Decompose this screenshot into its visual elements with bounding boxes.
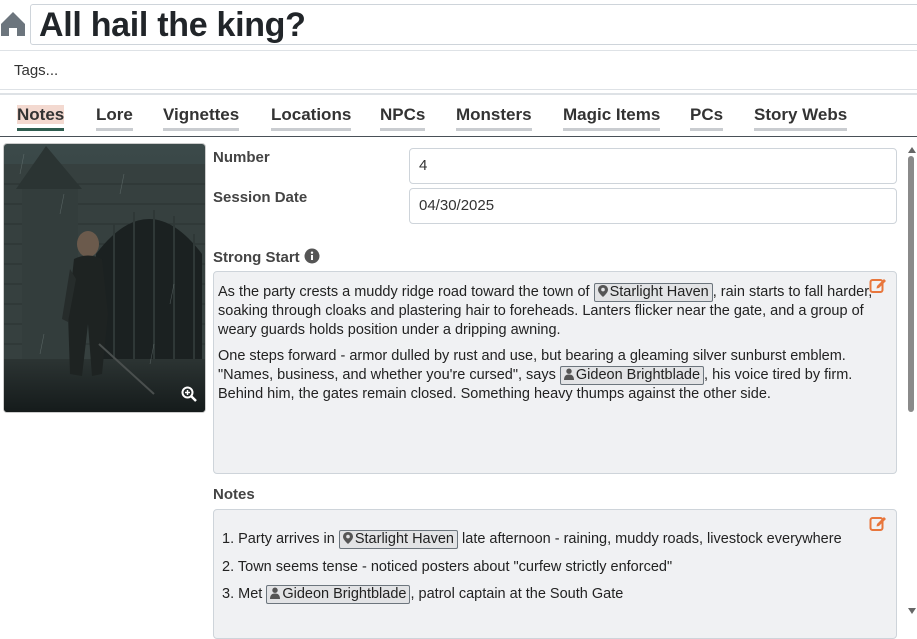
npc-chip-label: Gideon Brightblade (282, 586, 407, 602)
scroll-thumb[interactable] (908, 156, 914, 412)
tab-magic-items[interactable]: Magic Items (563, 105, 661, 131)
notes-editor[interactable]: 1. Party arrives in Starlight Haven late… (213, 509, 897, 639)
number-label: Number (213, 149, 270, 166)
info-icon[interactable] (304, 248, 320, 264)
number-input[interactable]: 4 (409, 148, 897, 184)
strong-start-paragraph-1: As the party crests a muddy ridge road t… (214, 283, 896, 339)
list-item: 3. Met Gideon Brightblade, patrol captai… (222, 581, 888, 609)
map-pin-icon (342, 532, 353, 544)
tab-monsters[interactable]: Monsters (456, 105, 532, 131)
location-chip-label: Starlight Haven (609, 284, 709, 300)
tab-bar: Notes Lore Vignettes Locations NPCs Mons… (0, 93, 917, 137)
tab-lore[interactable]: Lore (96, 105, 133, 131)
list-item: 2. Town seems tense - noticed posters ab… (222, 554, 888, 582)
npc-chip-label: Gideon Brightblade (575, 366, 701, 383)
npc-chip[interactable]: Gideon Brightblade (559, 365, 705, 385)
list-text: Town seems tense - noticed posters about… (237, 558, 673, 575)
strong-start-editor[interactable]: As the party crests a muddy ridge road t… (213, 271, 897, 474)
notes-label: Notes (213, 486, 255, 503)
paragraph-text: As the party crests a muddy ridge road t… (218, 284, 594, 300)
tab-notes[interactable]: Notes (17, 105, 65, 131)
tab-vignettes[interactable]: Vignettes (163, 105, 240, 131)
scroll-up-arrow[interactable] (908, 147, 916, 153)
session-date-input[interactable]: 04/30/2025 (409, 188, 897, 224)
scrollbar[interactable] (905, 143, 917, 618)
zoom-icon[interactable] (181, 386, 197, 402)
strong-start-paragraph-2: One steps forward - armor dulled by rust… (214, 347, 896, 403)
knight-illustration (4, 144, 205, 412)
list-text: late afternoon - raining, muddy roads, l… (458, 531, 842, 547)
tab-story-webs[interactable]: Story Webs (754, 105, 848, 131)
list-number: 1. (222, 531, 235, 547)
title-bar: All hail the king? (0, 0, 917, 48)
edit-icon[interactable] (869, 276, 887, 294)
list-text: , patrol captain at the South Gate (410, 586, 624, 602)
location-chip[interactable]: Starlight Haven (593, 283, 713, 302)
home-icon[interactable] (0, 10, 26, 36)
strong-start-label-text: Strong Start (213, 249, 300, 266)
page-title: All hail the king? (39, 6, 306, 44)
tags-input[interactable]: Tags... (0, 50, 917, 90)
tags-placeholder: Tags... (14, 62, 59, 79)
list-item: 1. Party arrives in Starlight Haven late… (222, 526, 888, 554)
list-text: Met (238, 586, 267, 602)
scroll-down-arrow[interactable] (908, 608, 916, 614)
map-pin-icon (597, 285, 608, 297)
list-text: Party arrives in (238, 531, 339, 547)
tab-pcs[interactable]: PCs (690, 105, 724, 131)
notes-list: 1. Party arrives in Starlight Haven late… (214, 526, 896, 609)
edit-icon[interactable] (869, 514, 887, 532)
person-icon (563, 368, 574, 380)
location-chip[interactable]: Starlight Haven (338, 530, 458, 549)
tab-locations[interactable]: Locations (271, 105, 352, 131)
location-chip-label: Starlight Haven (354, 531, 454, 547)
list-number: 2. (222, 558, 235, 575)
person-icon (270, 587, 281, 599)
list-number: 3. (222, 586, 235, 602)
session-date-label: Session Date (213, 189, 308, 206)
tab-npcs[interactable]: NPCs (380, 105, 426, 131)
session-image[interactable] (3, 143, 206, 413)
npc-chip[interactable]: Gideon Brightblade (266, 585, 411, 604)
strong-start-label: Strong Start (213, 248, 320, 266)
title-input[interactable]: All hail the king? (30, 4, 917, 45)
